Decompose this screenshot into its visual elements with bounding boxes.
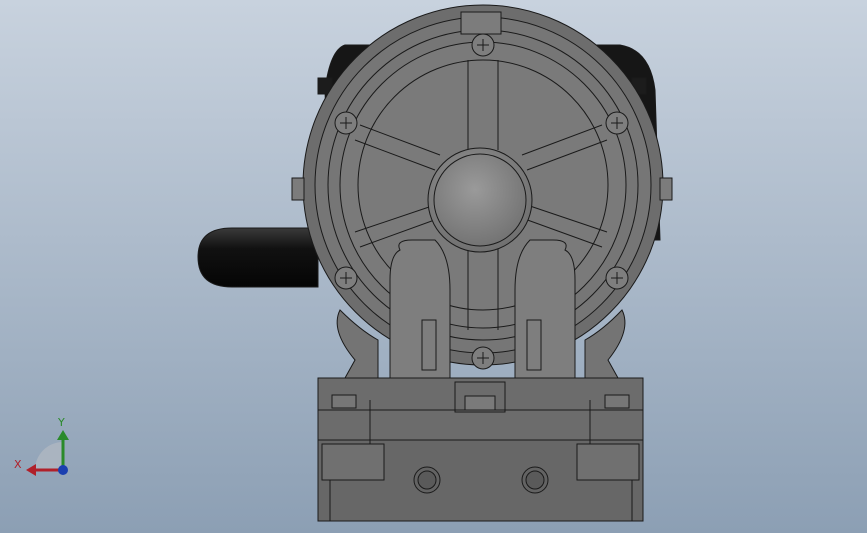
- side-bolt-left: [291, 177, 305, 201]
- base-bolt-center: [464, 395, 496, 411]
- base-right-pad: [576, 443, 640, 481]
- y-axis-label: Y: [57, 416, 65, 429]
- x-axis-label: X: [14, 458, 22, 471]
- support-pillar-right: [514, 239, 576, 379]
- base-bolt-right: [604, 394, 630, 409]
- top-bolt: [460, 11, 502, 35]
- output-hub: [427, 147, 533, 253]
- side-bolt-right: [659, 177, 673, 201]
- graphics-viewport[interactable]: Y X: [0, 0, 867, 533]
- model-canvas[interactable]: Y X: [0, 0, 867, 533]
- support-pillar-left: [389, 239, 451, 379]
- input-shaft-cap: [197, 227, 319, 288]
- base-left-pad: [321, 443, 385, 481]
- z-axis-dot: [58, 465, 68, 475]
- base-bolt-left: [331, 394, 357, 409]
